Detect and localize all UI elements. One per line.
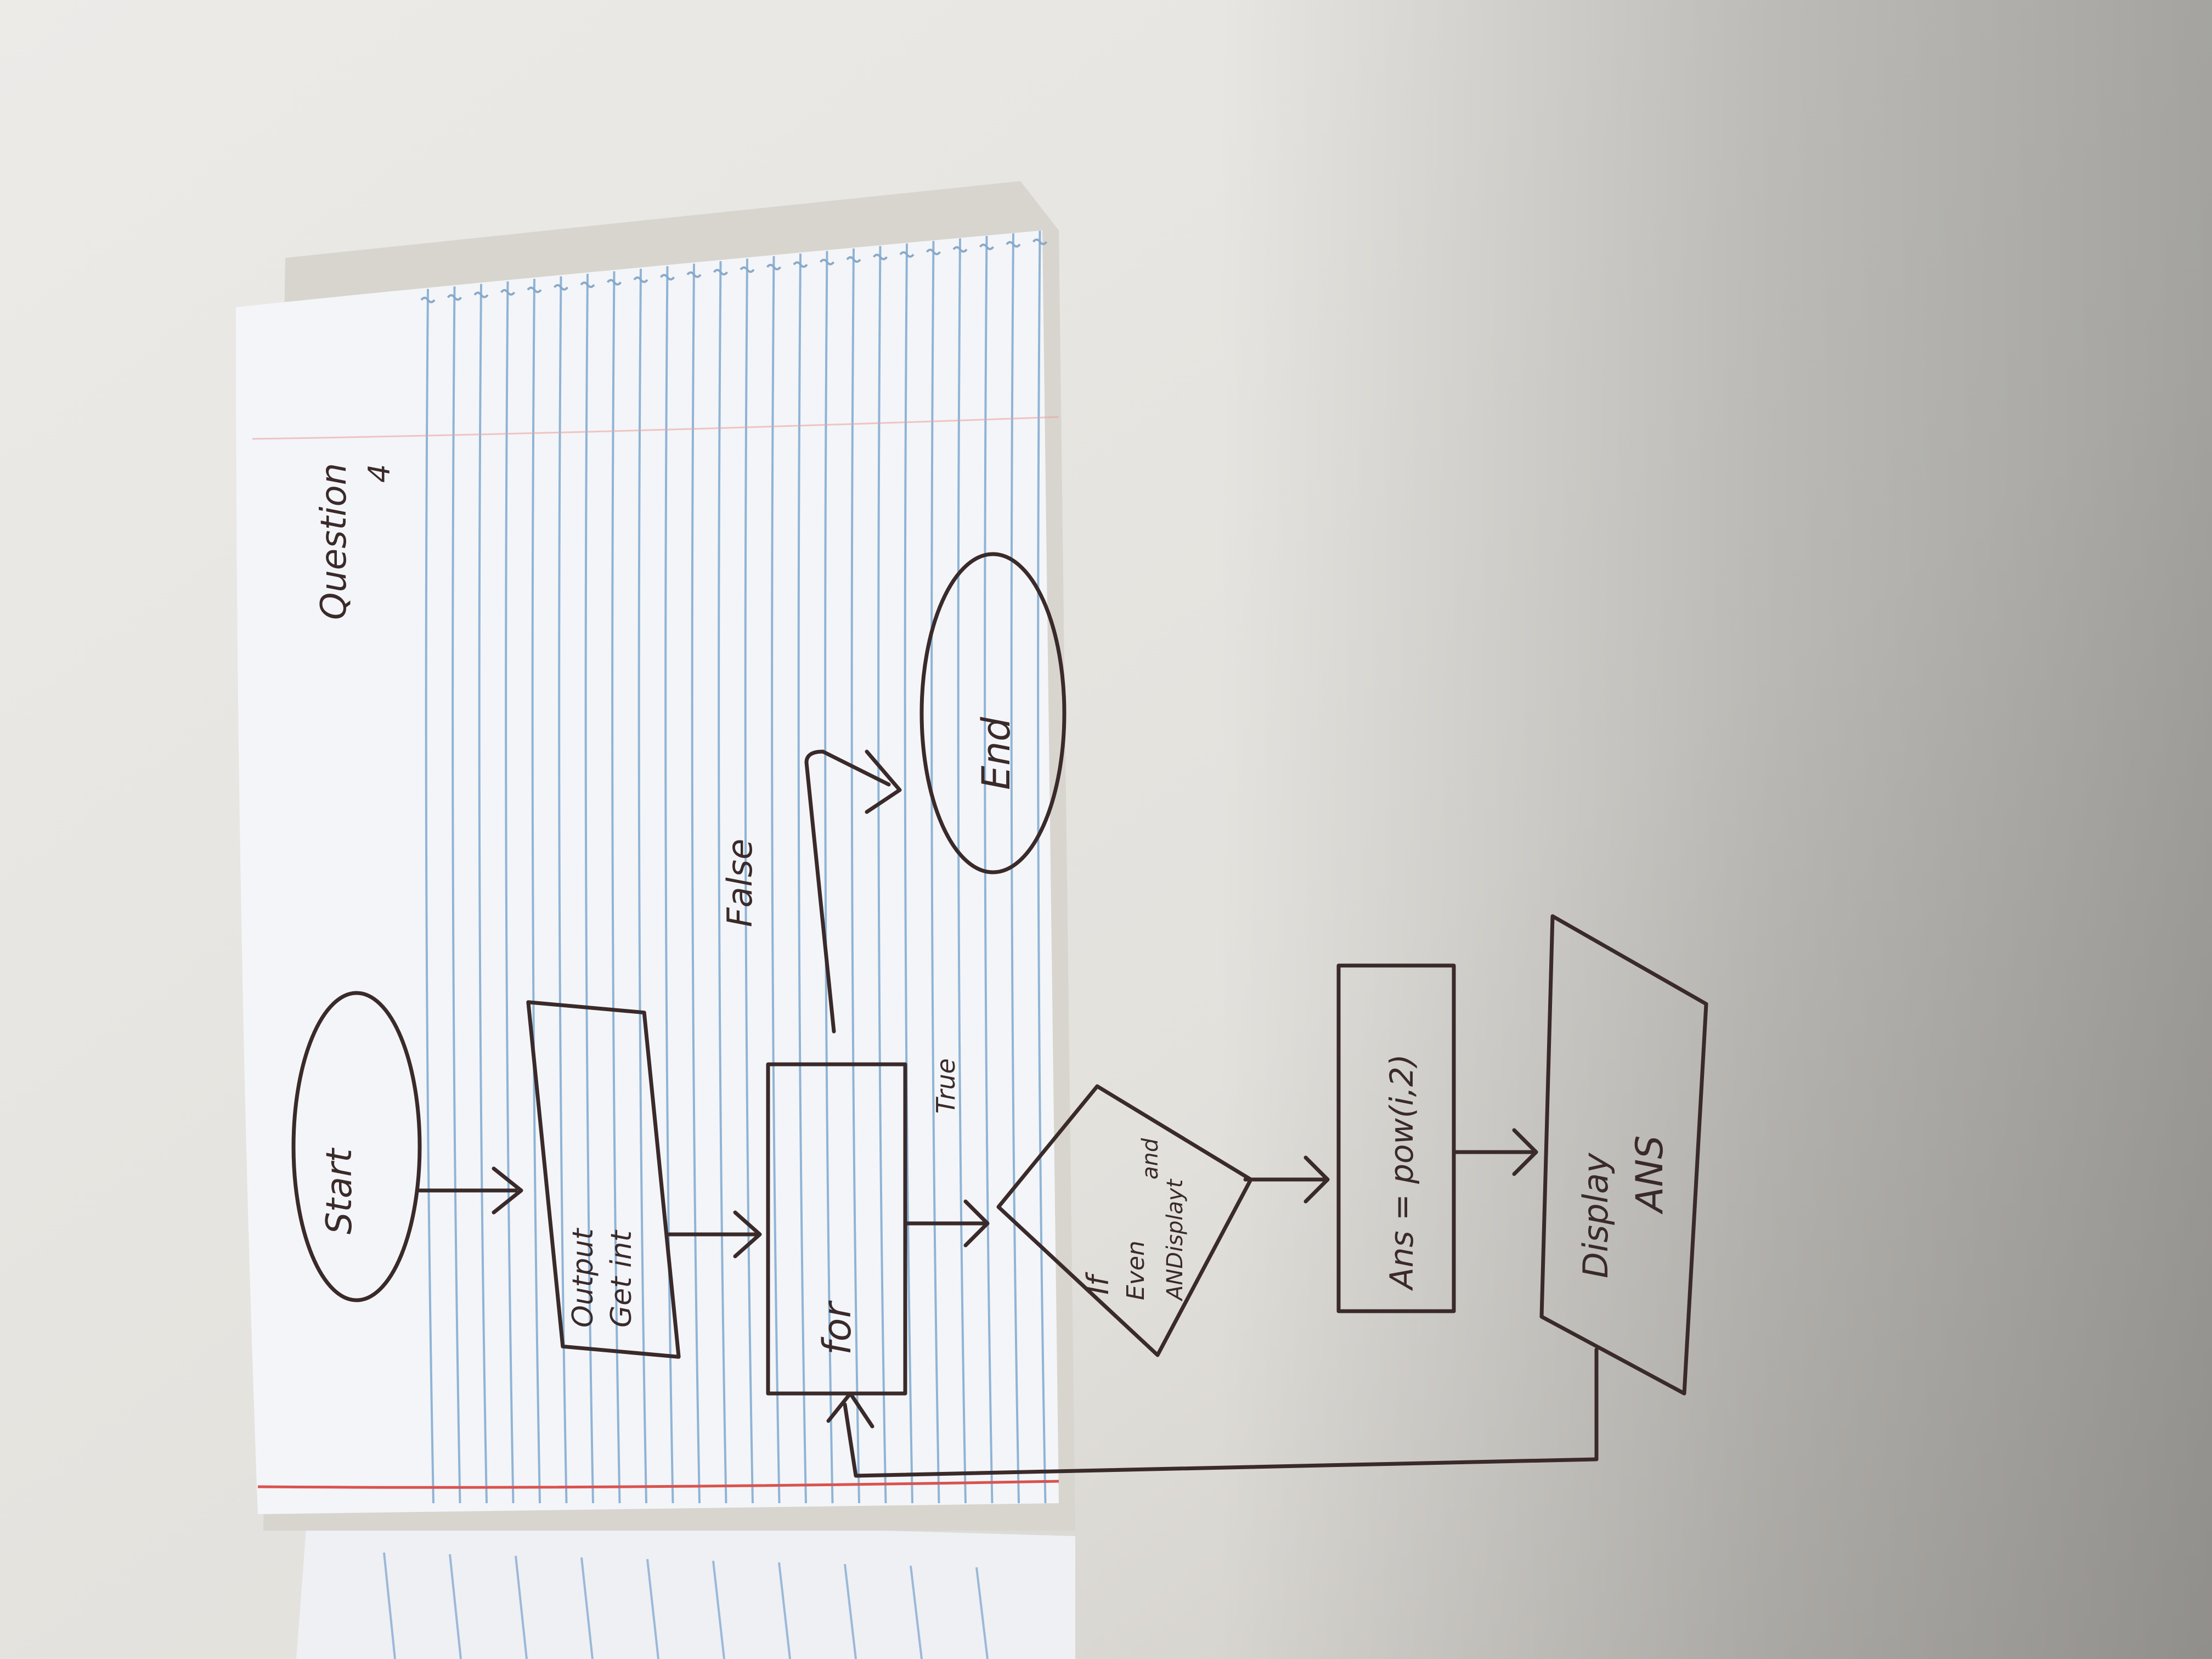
display-text-line2: ANS — [1628, 1135, 1672, 1215]
true-label: True — [931, 1058, 961, 1114]
decision-text-line4: ANDisplayt — [1163, 1178, 1188, 1302]
shadow-overlay — [0, 0, 2212, 1659]
input-text-line2: Get int — [605, 1229, 638, 1328]
loop-text: for — [815, 1300, 860, 1355]
input-text-line1: Output — [567, 1228, 600, 1328]
start-text: Start — [319, 1147, 360, 1234]
display-text-line1: Display — [1576, 1152, 1616, 1278]
heading-line2: 4 — [362, 464, 397, 483]
end-text: End — [974, 716, 1019, 790]
process-text: Ans = pow(i,2) — [1383, 1054, 1420, 1291]
decision-text-line3: and — [1138, 1138, 1163, 1180]
decision-text-line2: Even — [1122, 1240, 1150, 1300]
false-label: False — [720, 839, 760, 927]
heading-line1: Question — [314, 463, 354, 620]
notebook-photo: Start Output Get int for False True End … — [0, 0, 2212, 1659]
